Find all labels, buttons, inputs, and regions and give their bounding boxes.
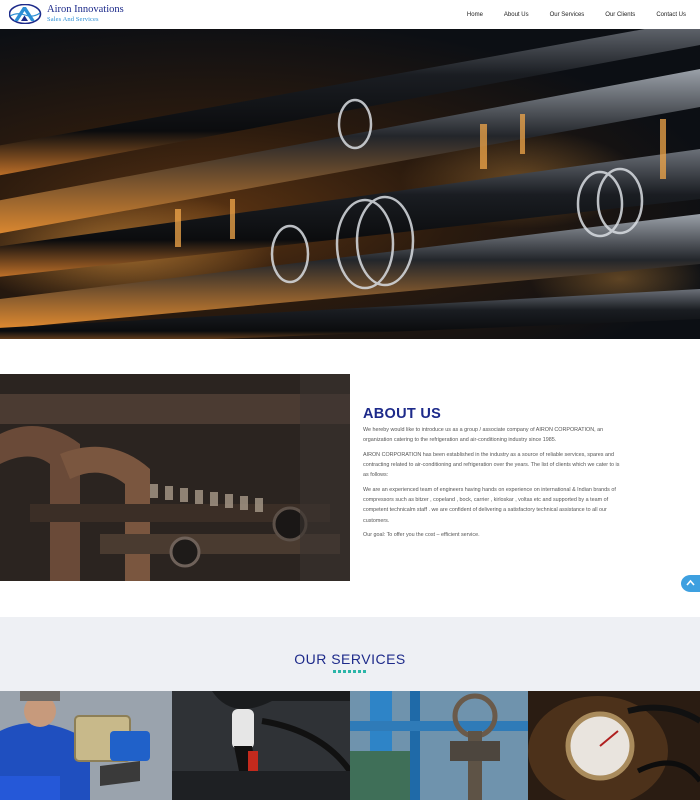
site-header: Airon Innovations Sales And Services Hom…: [0, 0, 700, 30]
brand-name: Airon Innovations: [47, 4, 124, 15]
service-card-valves[interactable]: [350, 691, 528, 800]
nav-our-services[interactable]: Our Services: [550, 12, 585, 18]
main-nav: Home About Us Our Services Our Clients C…: [446, 0, 686, 29]
hero-slider: [0, 29, 700, 339]
service-card-oil[interactable]: [0, 691, 172, 800]
nav-contact-us[interactable]: Contact Us: [656, 12, 686, 18]
nav-home[interactable]: Home: [467, 12, 483, 18]
about-paragraph-1: We hereby would like to introduce us as …: [363, 427, 604, 444]
services-title: OUR SERVICES: [294, 651, 406, 667]
about-paragraph-4: Our goal: To offer you the cost – effici…: [363, 532, 480, 538]
logo-icon: [9, 4, 42, 24]
brand-tagline: Sales And Services: [47, 15, 99, 23]
machinery-image: [0, 374, 350, 581]
industrial-valve-image: [350, 691, 528, 800]
scroll-to-top-button[interactable]: [681, 575, 700, 592]
nav-our-clients[interactable]: Our Clients: [605, 12, 635, 18]
services-title-underline: [333, 670, 367, 673]
hero-pipes-image: [0, 29, 700, 339]
battery-service-image: [172, 691, 350, 800]
chevron-up-icon: [686, 579, 695, 586]
oil-change-image: [0, 691, 172, 800]
about-title: ABOUT US: [363, 406, 442, 422]
service-card-gauge[interactable]: [528, 691, 700, 800]
about-paragraph-2: AIRON CORPORATION has been established i…: [363, 452, 620, 479]
service-card-battery[interactable]: [172, 691, 350, 800]
pressure-gauge-image: [528, 691, 700, 800]
brand-logo[interactable]: Airon Innovations Sales And Services: [9, 4, 124, 24]
nav-about-us[interactable]: About Us: [504, 12, 529, 18]
about-image: [0, 374, 350, 581]
about-paragraph-3: We are an experienced team of engineers …: [363, 487, 616, 524]
